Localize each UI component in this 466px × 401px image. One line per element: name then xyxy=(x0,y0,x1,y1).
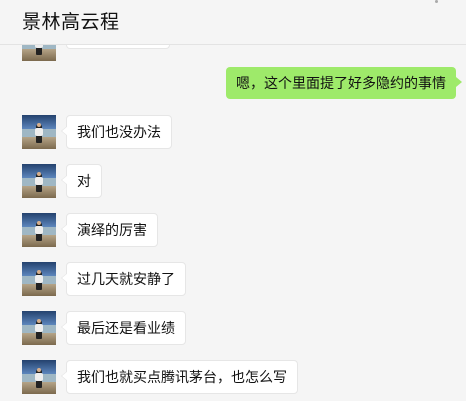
contact-avatar[interactable] xyxy=(22,45,56,61)
message-bubble-incoming[interactable]: 我们也就买点腾讯茅台，也怎么写 xyxy=(61,360,298,394)
more-options-icon[interactable] xyxy=(435,0,438,3)
chat-title: 景林高云程 xyxy=(22,12,120,33)
message-bubble-partial xyxy=(66,45,170,49)
contact-avatar[interactable] xyxy=(22,311,56,345)
message-text: 嗯，这个里面提了好多隐约的事情 xyxy=(236,75,446,91)
message-text: 最后还是看业绩 xyxy=(77,320,175,336)
message-bubble-incoming[interactable]: 最后还是看业绩 xyxy=(61,311,186,345)
message-list[interactable]: 嗯，这个里面提了好多隐约的事情 我们也没办法 对 演绎的厉害 过几天就安静了 最… xyxy=(0,45,466,401)
message-bubble-incoming[interactable]: 过几天就安静了 xyxy=(61,262,186,296)
contact-avatar[interactable] xyxy=(22,213,56,247)
contact-avatar[interactable] xyxy=(22,262,56,296)
contact-avatar[interactable] xyxy=(22,115,56,149)
message-bubble-incoming[interactable]: 对 xyxy=(61,164,102,198)
message-text: 我们也没办法 xyxy=(77,124,161,140)
chat-header: 景林高云程 xyxy=(0,0,466,45)
message-text: 演绎的厉害 xyxy=(77,222,147,238)
message-bubble-incoming[interactable]: 演绎的厉害 xyxy=(61,213,158,247)
message-text: 我们也就买点腾讯茅台，也怎么写 xyxy=(77,369,287,385)
message-bubble-incoming[interactable]: 我们也没办法 xyxy=(61,115,172,149)
contact-avatar[interactable] xyxy=(22,360,56,394)
message-text: 对 xyxy=(77,173,91,189)
message-text: 过几天就安静了 xyxy=(77,271,175,287)
message-bubble-outgoing[interactable]: 嗯，这个里面提了好多隐约的事情 xyxy=(226,67,462,99)
contact-avatar[interactable] xyxy=(22,164,56,198)
